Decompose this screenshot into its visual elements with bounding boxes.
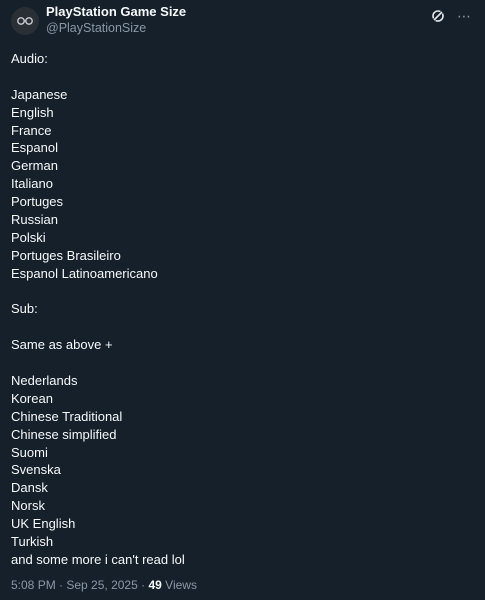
sub-language: Dansk — [11, 480, 48, 496]
views-count: 49 — [148, 578, 162, 592]
sub-language: Korean — [11, 390, 53, 406]
sub-language: Suomi — [11, 444, 48, 460]
sub-language: UK English — [11, 516, 76, 532]
audio-language: Espanol Latinoamericano — [11, 265, 158, 281]
sub-language: Nederlands — [11, 373, 78, 389]
display-name[interactable]: PlayStation Game Size — [46, 4, 186, 20]
audio-language: German — [11, 158, 58, 174]
grok-icon — [432, 10, 444, 22]
account-handle[interactable]: @PlayStationSize — [46, 20, 186, 36]
sub-heading: Sub: — [11, 301, 38, 317]
sub-intro: Same as above + — [11, 337, 113, 353]
more-button[interactable]: ⋯ — [455, 7, 473, 25]
audio-language: Espanol — [11, 140, 58, 156]
sub-language: Svenska — [11, 462, 61, 478]
grok-button[interactable] — [429, 7, 447, 25]
audio-language: Italiano — [11, 176, 53, 192]
glasses-logo-icon — [17, 17, 33, 25]
tweet-card: PlayStation Game Size @PlayStationSize ⋯… — [0, 0, 485, 600]
sub-language: and some more i can't read lol — [11, 551, 185, 567]
tweet-time[interactable]: 5:08 PM — [11, 578, 56, 592]
audio-language: Polski — [11, 229, 46, 245]
views-label: Views — [165, 578, 197, 592]
sub-language: Turkish — [11, 534, 54, 550]
sub-language: Chinese simplified — [11, 426, 117, 442]
account-names: PlayStation Game Size @PlayStationSize — [46, 4, 186, 36]
audio-language: English — [11, 104, 54, 120]
tweet-header: PlayStation Game Size @PlayStationSize ⋯ — [11, 4, 475, 40]
audio-language: Portuges Brasileiro — [11, 247, 121, 263]
avatar[interactable] — [11, 7, 39, 35]
meta-separator: · — [55, 578, 67, 592]
more-icon: ⋯ — [457, 8, 471, 24]
sub-language: Norsk — [11, 498, 45, 514]
audio-language: Portuges — [11, 194, 64, 210]
tweet-meta: 5:08 PM · Sep 25, 2025 · 49 Views — [11, 577, 197, 593]
sub-language: Chinese Traditional — [11, 408, 123, 424]
tweet-date[interactable]: Sep 25, 2025 — [66, 578, 137, 592]
audio-language: France — [11, 122, 52, 138]
header-actions: ⋯ — [429, 7, 473, 25]
audio-language: Russian — [11, 212, 58, 228]
tweet-text: Audio: Japanese English France Espanol G… — [11, 50, 475, 569]
audio-heading: Audio: — [11, 51, 48, 66]
meta-separator: · — [137, 578, 149, 592]
audio-language: Japanese — [11, 86, 68, 102]
